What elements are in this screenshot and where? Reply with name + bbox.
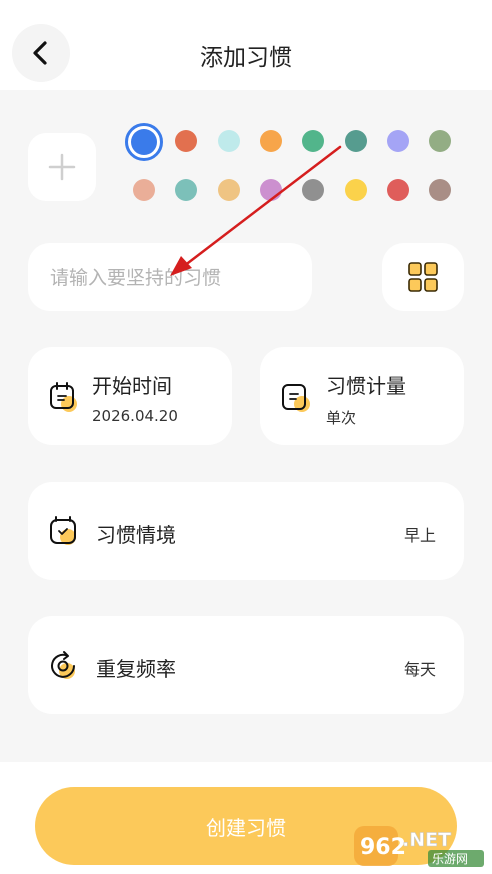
page-title: 添加习惯: [200, 45, 292, 71]
add-habit-screen: 添加习惯 请输入要坚持的习惯 开始时间 2026.04.20 习惯计量 单次 习…: [0, 0, 492, 874]
color-swatch-6[interactable]: [345, 130, 367, 152]
color-swatch-9[interactable]: [133, 179, 155, 201]
color-swatch-16[interactable]: [429, 179, 451, 201]
watermark-suffix: .NET: [402, 829, 451, 851]
color-swatch-7[interactable]: [387, 130, 409, 152]
add-color-button[interactable]: [28, 133, 96, 201]
repeat-frequency-value: 每天: [403, 660, 436, 679]
color-swatch-3[interactable]: [218, 130, 240, 152]
alarm-clock-icon: [50, 516, 76, 545]
start-time-tile[interactable]: 开始时间 2026.04.20: [28, 347, 232, 445]
calendar-icon: [50, 382, 77, 412]
header: 添加习惯: [0, 0, 492, 90]
start-time-value: 2026.04.20: [92, 407, 178, 425]
repeat-frequency-label: 重复频率: [96, 657, 176, 681]
repeat-frequency-row[interactable]: 重复频率 每天: [28, 616, 464, 714]
start-time-label: 开始时间: [92, 374, 172, 398]
form-area: 开始时间 2026.04.20 习惯计量 单次 习惯情境 早上: [0, 90, 492, 762]
color-swatch-2[interactable]: [175, 130, 197, 152]
color-swatch-4[interactable]: [260, 130, 282, 152]
color-swatch-5[interactable]: [302, 130, 324, 152]
icon-picker-button[interactable]: [382, 243, 464, 311]
color-swatch-15[interactable]: [387, 179, 409, 201]
color-swatch-12[interactable]: [260, 179, 282, 201]
watermark-logo: 962 .NET 乐游网: [354, 826, 484, 867]
color-swatch-14[interactable]: [345, 179, 367, 201]
habit-name-input[interactable]: [48, 259, 302, 297]
color-swatch-11[interactable]: [218, 179, 240, 201]
watermark-brand: 962: [360, 835, 406, 860]
habit-context-row[interactable]: 习惯情境 早上: [28, 482, 464, 580]
color-swatch-10[interactable]: [175, 179, 197, 201]
note-icon: [282, 384, 310, 412]
habit-context-value: 早上: [403, 526, 436, 545]
color-swatch-13[interactable]: [302, 179, 324, 201]
repeat-icon: [51, 651, 75, 679]
color-swatch-8[interactable]: [429, 130, 451, 152]
watermark-subtitle: 乐游网: [432, 852, 468, 866]
habit-context-label: 习惯情境: [96, 523, 176, 547]
habit-measure-value: 单次: [326, 409, 357, 427]
habit-measure-tile[interactable]: 习惯计量 单次: [260, 347, 464, 445]
color-swatch-1[interactable]: [131, 129, 157, 155]
habit-name-field[interactable]: [28, 243, 312, 311]
grid-icon: [408, 262, 438, 292]
habit-measure-label: 习惯计量: [326, 374, 406, 398]
plus-icon: [48, 153, 76, 181]
